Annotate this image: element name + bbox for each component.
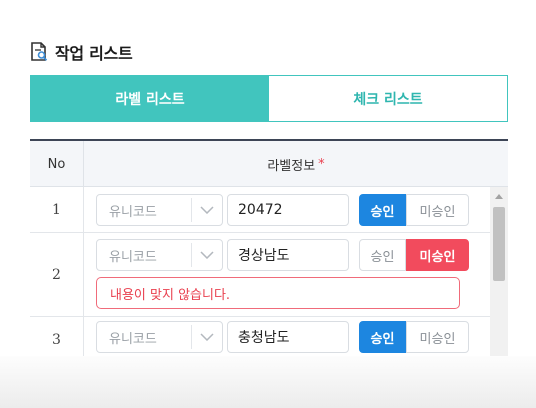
value-input[interactable]: 충청남도: [227, 321, 349, 353]
scrollbar-thumb[interactable]: [493, 207, 505, 281]
scroll-up-arrow-icon[interactable]: [490, 187, 508, 205]
chevron-down-icon[interactable]: [192, 240, 222, 270]
row-number: 1: [30, 187, 84, 232]
type-select[interactable]: 유니코드: [96, 194, 223, 226]
column-header-label-text: 라벨정보: [267, 158, 316, 174]
table-row: 1 유니코드 20472 승인 미승인: [30, 187, 490, 233]
page-title-text: 작업 리스트: [55, 44, 133, 63]
approval-toggle: 승인 미승인: [359, 239, 469, 271]
required-mark: *: [318, 156, 325, 172]
reject-button[interactable]: 미승인: [406, 321, 469, 353]
type-select[interactable]: 유니코드: [96, 321, 223, 353]
value-input[interactable]: 20472: [227, 194, 349, 226]
chevron-down-icon[interactable]: [192, 195, 222, 225]
row-number: 3: [30, 317, 84, 359]
table-row: 3 유니코드 충청남도 승인 미승인: [30, 317, 490, 359]
document-search-icon: [31, 42, 48, 61]
row-content: 유니코드 경상남도 승인 미승인 내용이 맞지 않습니다.: [84, 233, 490, 316]
tab-bar: 라벨 리스트 체크 리스트: [30, 75, 508, 122]
approval-toggle: 승인 미승인: [359, 194, 469, 226]
row-content: 유니코드 20472 승인 미승인: [84, 187, 490, 232]
value-input[interactable]: 경상남도: [227, 239, 349, 271]
reject-button[interactable]: 미승인: [406, 239, 469, 271]
approve-button[interactable]: 승인: [359, 239, 406, 271]
column-header-no: No: [30, 141, 84, 187]
error-message: 내용이 맞지 않습니다.: [96, 277, 460, 309]
table-header: No 라벨정보 *: [30, 141, 508, 187]
column-header-label-info: 라벨정보 *: [84, 141, 508, 187]
type-select-value: 유니코드: [109, 331, 157, 347]
label-table: No 라벨정보 * 1 유니코드 20472 승인 미승인 2 유니코드 경상남…: [30, 139, 508, 359]
type-select[interactable]: 유니코드: [96, 239, 223, 271]
tab-label-list[interactable]: 라벨 리스트: [31, 76, 269, 121]
approval-toggle: 승인 미승인: [359, 321, 469, 353]
approve-button[interactable]: 승인: [359, 321, 406, 353]
reject-button[interactable]: 미승인: [406, 194, 469, 226]
table-row: 2 유니코드 경상남도 승인 미승인 내용이 맞지 않습니다.: [30, 233, 490, 317]
tab-check-list[interactable]: 체크 리스트: [269, 76, 507, 121]
vertical-scrollbar[interactable]: [490, 187, 508, 359]
type-select-value: 유니코드: [109, 249, 157, 265]
approve-button[interactable]: 승인: [359, 194, 406, 226]
chevron-down-icon[interactable]: [192, 322, 222, 352]
page-title: 작업 리스트: [30, 41, 133, 63]
type-select-value: 유니코드: [109, 204, 157, 220]
row-number: 2: [30, 233, 84, 316]
bottom-panel-shade: [0, 356, 536, 408]
row-content: 유니코드 충청남도 승인 미승인: [84, 317, 490, 359]
